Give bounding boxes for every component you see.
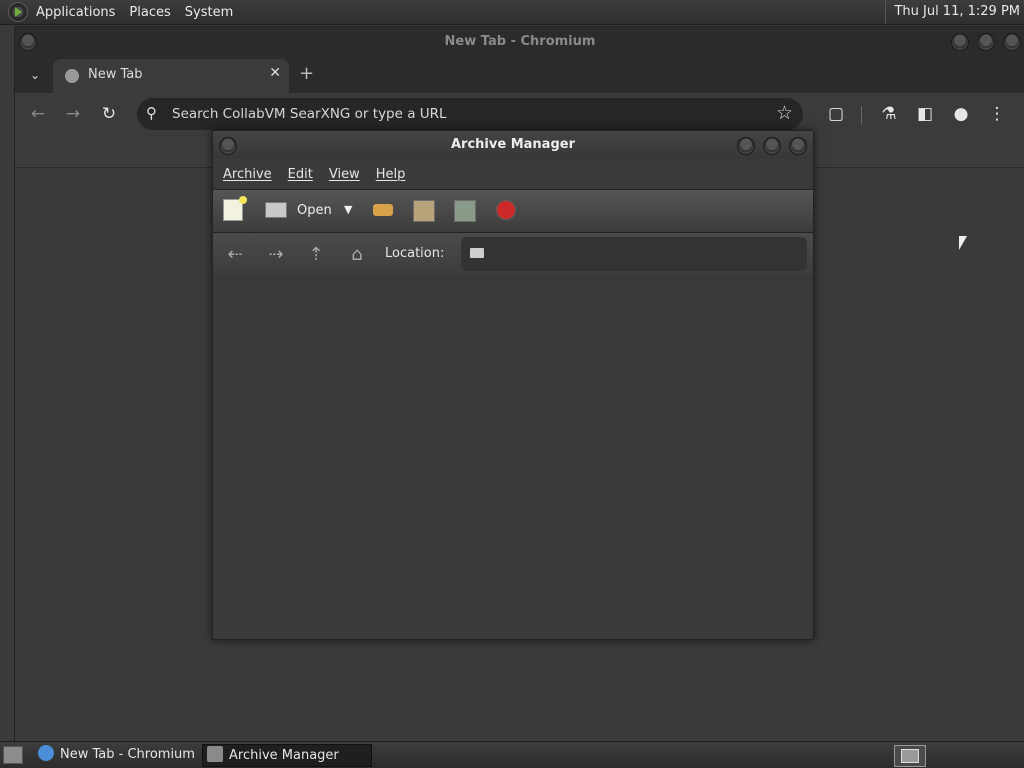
show-desktop-icon[interactable] — [3, 746, 23, 764]
places-menu[interactable]: Places — [122, 5, 177, 20]
reload-icon[interactable]: ↻ — [98, 104, 120, 124]
close-tab-icon[interactable]: ✕ — [269, 65, 281, 81]
toolbar-divider — [861, 106, 862, 124]
profile-icon[interactable]: ● — [950, 104, 972, 124]
open-icon[interactable] — [265, 202, 287, 218]
window-menu-icon[interactable] — [19, 33, 37, 51]
taskbar-label: Archive Manager — [229, 748, 339, 763]
add-files-icon[interactable] — [413, 200, 435, 222]
search-icon: ⚲ — [146, 104, 157, 122]
location-bar: ⇠ ⇢ ⇡ ⌂ Location: — [213, 233, 813, 276]
close-window-icon[interactable] — [789, 137, 807, 155]
add-folder-icon[interactable] — [454, 200, 476, 222]
bottom-panel: New Tab - Chromium Archive Manager — [0, 741, 1024, 768]
back-icon[interactable]: ← — [27, 104, 49, 124]
chromium-icon — [38, 745, 54, 761]
chromium-window-title: New Tab - Chromium — [444, 34, 596, 49]
labs-icon[interactable]: ⚗ — [878, 104, 900, 124]
extract-icon[interactable] — [373, 204, 393, 216]
bookmark-star-icon[interactable]: ☆ — [776, 102, 793, 124]
clock[interactable]: Thu Jul 11, 1:29 PM — [885, 0, 1020, 24]
workspace-thumbnail — [901, 749, 919, 763]
taskbar-chromium[interactable]: New Tab - Chromium — [34, 744, 195, 765]
menu-edit[interactable]: Edit — [282, 167, 323, 182]
back-icon[interactable]: ⇠ — [223, 244, 247, 265]
taskbar-label: New Tab - Chromium — [60, 747, 195, 762]
tab-search-chevron-icon[interactable]: ⌄ — [25, 65, 45, 85]
close-window-icon[interactable] — [1003, 33, 1021, 51]
omnibox[interactable]: ⚲ Search CollabVM SearXNG or type a URL … — [137, 98, 803, 130]
maximize-icon[interactable] — [763, 137, 781, 155]
menu-view[interactable]: View — [323, 167, 370, 182]
archive-menubar: Archive Edit View Help — [213, 159, 813, 189]
menu-icon[interactable]: ⋮ — [986, 104, 1008, 124]
system-menu[interactable]: System — [178, 5, 240, 20]
applications-menu[interactable]: Applications — [29, 5, 122, 20]
new-tab-plus-icon[interactable]: + — [299, 63, 314, 84]
top-menu: Applications Places System — [0, 0, 240, 24]
tab-title: New Tab — [88, 67, 143, 82]
archive-file-list[interactable] — [213, 274, 813, 639]
forward-icon[interactable]: ⇢ — [264, 244, 288, 265]
tab-new-tab[interactable]: New Tab ✕ — [53, 59, 289, 93]
omnibox-placeholder: Search CollabVM SearXNG or type a URL — [172, 106, 447, 122]
mouse-cursor-icon — [959, 236, 967, 250]
top-panel: Applications Places System Thu Jul 11, 1… — [0, 0, 1024, 25]
archive-manager-icon — [207, 746, 223, 762]
new-archive-icon[interactable] — [223, 196, 247, 221]
workspace-switcher[interactable] — [894, 745, 926, 767]
taskbar-archive-manager[interactable]: Archive Manager — [202, 744, 372, 767]
distro-logo-icon[interactable] — [8, 2, 28, 22]
side-panel-icon[interactable]: ◧ — [914, 104, 936, 124]
extensions-icon[interactable]: ▢ — [825, 104, 847, 124]
archive-manager-window: Archive Manager Archive Edit View Help O… — [212, 130, 814, 640]
stop-icon[interactable] — [496, 200, 516, 220]
menu-help[interactable]: Help — [370, 167, 416, 182]
minimize-icon[interactable] — [737, 137, 755, 155]
forward-icon[interactable]: → — [62, 104, 84, 124]
maximize-icon[interactable] — [977, 33, 995, 51]
open-dropdown-arrow-icon[interactable]: ▼ — [344, 203, 352, 216]
menu-archive[interactable]: Archive — [217, 167, 282, 182]
location-label: Location: — [385, 246, 445, 261]
archive-titlebar[interactable]: Archive Manager — [213, 131, 813, 159]
chromium-titlebar[interactable]: New Tab - Chromium — [15, 27, 1024, 57]
up-icon[interactable]: ⇡ — [304, 244, 328, 265]
tab-strip: ⌄ New Tab ✕ + — [15, 57, 1024, 93]
window-menu-icon[interactable] — [219, 137, 237, 155]
open-button[interactable]: Open — [297, 203, 332, 218]
home-icon[interactable]: ⌂ — [345, 244, 369, 265]
location-entry[interactable] — [461, 237, 807, 271]
archive-window-title: Archive Manager — [451, 137, 575, 152]
globe-icon — [65, 69, 79, 83]
archive-toolbar: Open ▼ — [213, 189, 813, 233]
minimize-icon[interactable] — [951, 33, 969, 51]
folder-icon — [470, 248, 484, 258]
